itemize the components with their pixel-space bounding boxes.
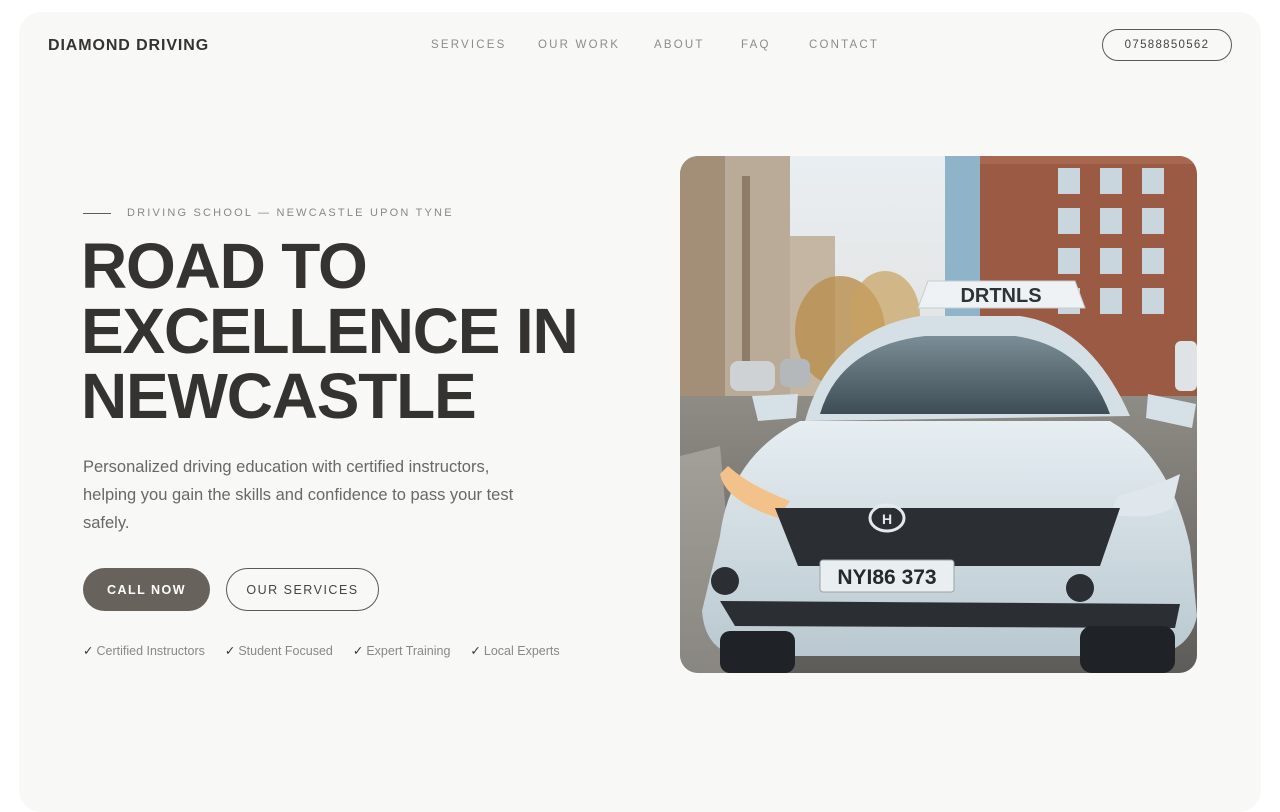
eyebrow-text: DRIVING SCHOOL — NEWCASTLE UPON TYNE xyxy=(127,207,454,219)
eyebrow-rule xyxy=(83,212,111,214)
nav-faq[interactable]: FAQ xyxy=(741,39,771,51)
nav-services[interactable]: SERVICES xyxy=(431,39,507,51)
page-frame: DIAMOND DRIVING SERVICES OUR WORK ABOUT … xyxy=(19,12,1261,812)
hero-headline: ROAD TO EXCELLENCE IN NEWCASTLE xyxy=(81,230,579,432)
feature-label: Certified Instructors xyxy=(96,644,205,658)
check-icon: ✓ xyxy=(224,644,236,658)
svg-text:H: H xyxy=(882,511,892,527)
feature-item: ✓ Expert Training xyxy=(353,643,451,658)
hero-subtext: Personalized driving education with cert… xyxy=(83,458,514,532)
hero-image: DRTNLS H NYI86 373 xyxy=(680,156,1197,673)
nav-our-work[interactable]: OUR WORK xyxy=(538,39,620,51)
plate-text: NYI86 373 xyxy=(837,566,936,589)
check-icon: ✓ xyxy=(83,644,94,658)
main-nav: SERVICES OUR WORK ABOUT FAQ CONTACT xyxy=(19,39,1261,53)
feature-list: ✓ Certified Instructors ✓ Student Focused … xyxy=(83,643,560,658)
check-icon: ✓ xyxy=(352,644,364,658)
nav-about[interactable]: ABOUT xyxy=(654,39,705,51)
feature-item: ✓ Certified Instructors xyxy=(83,643,205,658)
feature-item: ✓ Local Experts xyxy=(470,643,559,658)
feature-label: Expert Training xyxy=(366,644,451,658)
car-photo: DRTNLS H NYI86 373 xyxy=(680,156,1197,673)
call-now-button[interactable]: CALL NOW xyxy=(83,568,210,611)
phone-button[interactable]: 07588850562 xyxy=(1102,29,1232,61)
our-services-button[interactable]: OUR SERVICES xyxy=(226,568,379,611)
roof-sign-text: DRTNLS xyxy=(960,285,1041,307)
feature-label: Student Focused xyxy=(238,644,333,658)
check-icon: ✓ xyxy=(470,644,481,658)
feature-label: Local Experts xyxy=(483,644,560,658)
feature-item: ✓ Student Focused xyxy=(225,643,333,658)
nav-contact[interactable]: CONTACT xyxy=(809,39,879,51)
hero-eyebrow: DRIVING SCHOOL — NEWCASTLE UPON TYNE xyxy=(83,207,454,219)
